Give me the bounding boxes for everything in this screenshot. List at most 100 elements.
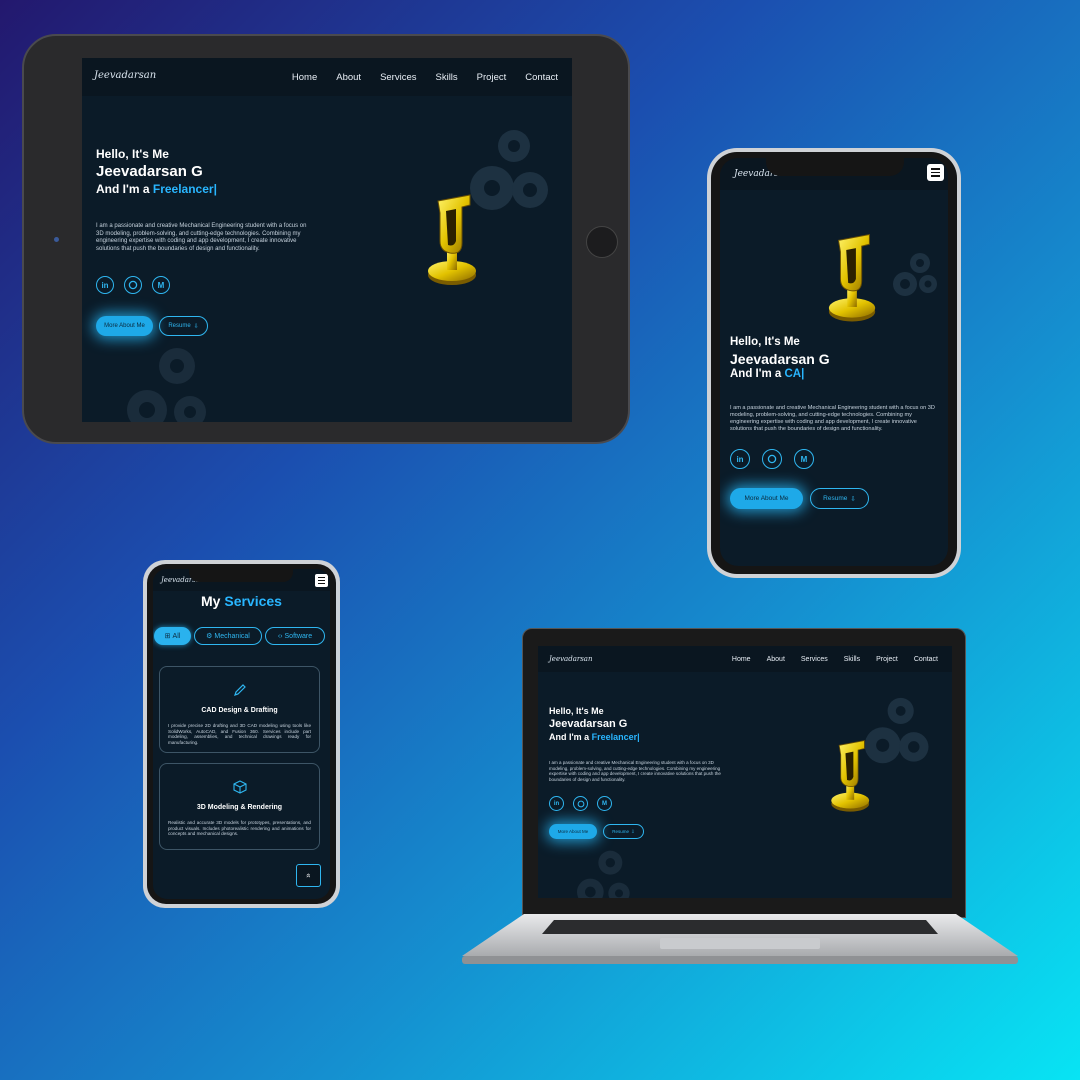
role-typed: Freelancer| (152, 182, 217, 196)
tablet-screen: Jeevadarsan Home About Services Skills P… (82, 58, 572, 422)
social-links: in M (96, 276, 170, 294)
filter-mechanical[interactable]: ⚙ Mechanical (194, 627, 262, 645)
hero-description: I am a passionate and creative Mechanica… (730, 405, 935, 432)
hero-role: And I'm a Freelancer| (96, 182, 217, 196)
hero-name: Jeevadarsan G (96, 163, 203, 180)
nav-about[interactable]: About (767, 656, 785, 663)
services-title: My Services (153, 593, 330, 609)
github-icon[interactable] (573, 796, 588, 811)
trophy-logo-icon (831, 740, 870, 812)
service-filters: ⊞ All ⚙ Mechanical ‹› Software (154, 627, 325, 645)
trophy-logo-icon (828, 233, 876, 322)
hero-greeting: Hello, It's Me (730, 336, 800, 348)
download-icon: ⇩ (630, 828, 635, 834)
nav-project[interactable]: Project (876, 656, 898, 663)
laptop-base (462, 914, 1018, 966)
resume-button[interactable]: Resume ⇩ (810, 488, 869, 509)
scroll-top-button[interactable]: » (296, 864, 321, 887)
resume-label: Resume (823, 495, 848, 502)
gear-icon (577, 850, 630, 898)
tablet-home-button (586, 226, 618, 258)
more-about-button[interactable]: More About Me (96, 316, 153, 336)
service-card-title: 3D Modeling & Rendering (196, 804, 283, 811)
github-icon[interactable] (124, 276, 142, 294)
phone-notch (189, 569, 293, 582)
github-icon[interactable] (762, 449, 782, 469)
tablet-nav-links: Home About Services Skills Project Conta… (292, 72, 558, 83)
download-icon: ⇩ (850, 495, 856, 503)
hero-name: Jeevadarsan G (730, 351, 830, 367)
social-links: in M (730, 449, 814, 469)
service-card-text: I provide precise 2D drafting and 3D CAD… (168, 723, 311, 745)
cube-icon (233, 780, 247, 794)
medium-icon[interactable]: M (152, 276, 170, 294)
site-logo[interactable]: Jeevadarsan (549, 655, 593, 663)
nav-skills[interactable]: Skills (844, 656, 860, 663)
linkedin-icon[interactable]: in (96, 276, 114, 294)
services-title-prefix: My (201, 593, 225, 609)
laptop-navbar: Jeevadarsan Home About Services Skills P… (538, 646, 952, 672)
phone-device-left: Jeevadarsan My Services ⊞ All ⚙ Mechanical… (143, 560, 340, 908)
site-logo[interactable]: Jeevadarsan (94, 70, 156, 81)
nav-contact[interactable]: Contact (914, 656, 938, 663)
pencil-icon (234, 684, 246, 696)
chevron-up-icon: » (303, 873, 313, 878)
phone-right-screen: Jeevadarsan Hello, It's Me Jeevadarsan G… (720, 158, 948, 566)
grid-icon: ⊞ (164, 633, 171, 640)
laptop-device: Jeevadarsan Home About Services Skills P… (522, 628, 966, 918)
resume-label: Resume (168, 323, 191, 329)
phone-device-right: Jeevadarsan Hello, It's Me Jeevadarsan G… (707, 148, 961, 578)
menu-icon[interactable] (315, 574, 328, 587)
resume-button[interactable]: Resume ⇩ (603, 824, 644, 839)
menu-icon[interactable] (927, 164, 944, 181)
role-prefix: And I'm a (549, 732, 592, 742)
linkedin-icon[interactable]: in (549, 796, 564, 811)
more-about-button[interactable]: More About Me (730, 488, 803, 509)
nav-contact[interactable]: Contact (525, 72, 558, 83)
social-links: in M (549, 796, 612, 811)
hero-role: And I'm a Freelancer| (549, 732, 640, 742)
nav-project[interactable]: Project (477, 72, 507, 83)
hero-description: I am a passionate and creative Mechanica… (96, 223, 307, 252)
hero-greeting: Hello, It's Me (549, 706, 604, 716)
role-typed: CA| (784, 368, 805, 380)
phone-notch (766, 158, 904, 176)
service-card[interactable]: CAD Design & Drafting I provide precise … (159, 666, 320, 753)
hero-role: And I'm a CA| (730, 368, 804, 380)
nav-home[interactable]: Home (292, 72, 317, 83)
resume-button[interactable]: Resume ⇩ (159, 316, 208, 336)
hero-greeting: Hello, It's Me (96, 147, 169, 161)
service-card[interactable]: 3D Modeling & Rendering Realistic and ac… (159, 763, 320, 850)
filter-all[interactable]: ⊞ All (154, 627, 191, 645)
more-about-button[interactable]: More About Me (549, 824, 597, 839)
nav-home[interactable]: Home (732, 656, 751, 663)
linkedin-icon[interactable]: in (730, 449, 750, 469)
role-prefix: And I'm a (730, 368, 785, 380)
role-prefix: And I'm a (96, 182, 153, 196)
medium-icon[interactable]: M (597, 796, 612, 811)
phone-left-screen: Jeevadarsan My Services ⊞ All ⚙ Mechanical… (153, 569, 330, 899)
code-icon: ‹› (277, 632, 283, 640)
hero-name: Jeevadarsan G (549, 718, 628, 730)
services-title-accent: Services (224, 593, 282, 609)
laptop-screen: Jeevadarsan Home About Services Skills P… (538, 646, 952, 898)
nav-about[interactable]: About (336, 72, 361, 83)
role-typed: Freelancer| (591, 732, 640, 742)
trophy-logo-icon (428, 194, 476, 285)
medium-icon[interactable]: M (794, 449, 814, 469)
laptop-nav-links: Home About Services Skills Project Conta… (732, 656, 938, 663)
tablet-device: Jeevadarsan Home About Services Skills P… (22, 34, 630, 444)
service-card-title: CAD Design & Drafting (201, 707, 278, 714)
hero-description: I am a passionate and creative Mechanica… (549, 760, 721, 782)
resume-label: Resume (612, 829, 629, 834)
tablet-navbar: Jeevadarsan Home About Services Skills P… (82, 58, 572, 96)
service-card-text: Realistic and accurate 3D models for pro… (168, 820, 311, 836)
nav-services[interactable]: Services (380, 72, 416, 83)
download-icon: ⇩ (193, 323, 199, 330)
nav-services[interactable]: Services (801, 656, 828, 663)
gear-icon (127, 348, 206, 422)
filter-software[interactable]: ‹› Software (265, 627, 325, 645)
nav-skills[interactable]: Skills (436, 72, 458, 83)
tablet-camera (54, 237, 59, 242)
gear-icon: ⚙ (206, 633, 213, 640)
